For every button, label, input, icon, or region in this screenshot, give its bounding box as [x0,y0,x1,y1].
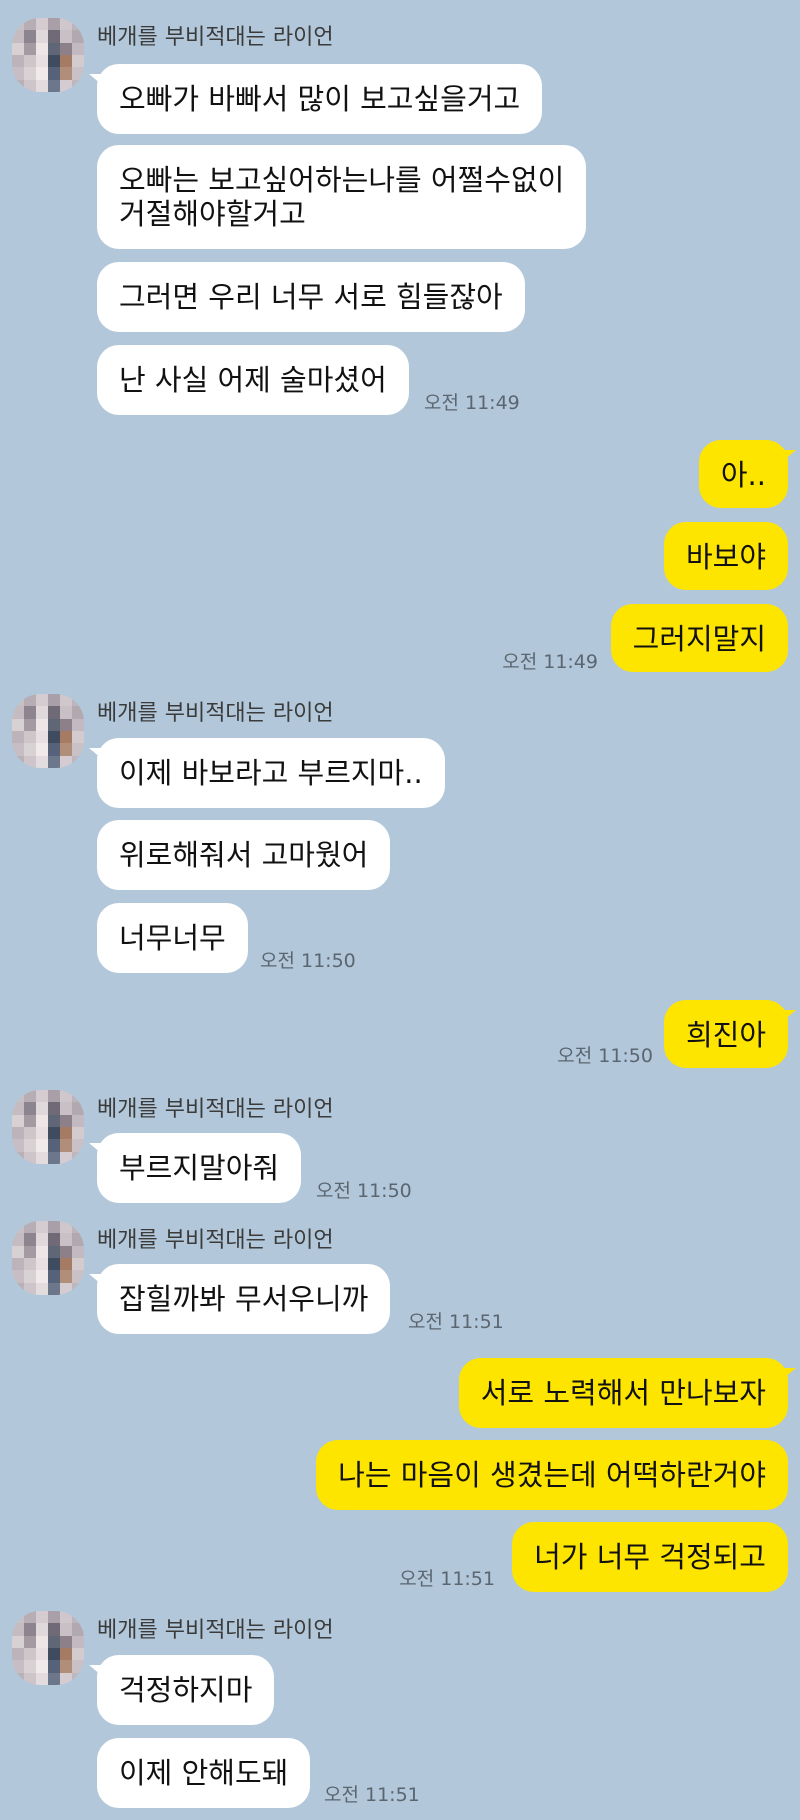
message-bubble[interactable]: 너무너무 [97,903,248,973]
message-bubble[interactable]: 난 사실 어제 술마셨어 [97,345,409,415]
sender-name: 베개를 부비적대는 라이언 [97,701,334,726]
message-bubble[interactable]: 잡힐까봐 무서우니까 [88,1264,391,1334]
avatar[interactable] [12,18,84,92]
message-line: 거절해야할거고 [119,197,306,231]
message-bubble[interactable]: 그러지말지 [610,604,788,672]
message-bubble[interactable]: 너가 너무 걱정되고 [512,1522,788,1592]
message-line: 오빠는 보고싶어하는나를 어쩔수없이 [119,163,565,197]
message-bubble[interactable]: 바보야 [663,522,788,590]
message-bubble[interactable]: 희진아 [663,1000,797,1068]
avatar[interactable] [12,1221,84,1295]
timestamp: 오전 11:50 [260,950,356,972]
sender-name: 베개를 부비적대는 라이언 [97,1618,334,1643]
avatar[interactable] [12,1611,84,1685]
message-bubble[interactable]: 이제 안해도돼 [97,1738,311,1808]
avatar[interactable] [12,1090,84,1164]
message-bubble[interactable]: 아.. [698,440,797,508]
sender-name: 베개를 부비적대는 라이언 [97,25,334,50]
message-bubble[interactable]: 부르지말아줘 [88,1133,302,1203]
timestamp: 오전 11:49 [424,392,520,414]
message-bubble[interactable]: 그러면 우리 너무 서로 힘들잖아 [97,262,525,332]
timestamp: 오전 11:51 [399,1568,495,1590]
timestamp: 오전 11:51 [408,1311,504,1333]
timestamp: 오전 11:50 [316,1180,412,1202]
sender-name: 베개를 부비적대는 라이언 [97,1228,334,1253]
avatar[interactable] [12,694,84,768]
message-bubble[interactable]: 걱정하지마 [88,1655,275,1725]
message-bubble[interactable]: 오빠가 바빠서 많이 보고싶을거고 [88,64,543,134]
message-bubble[interactable]: 위로해줘서 고마웠어 [97,820,391,890]
message-bubble[interactable]: 오빠는 보고싶어하는나를 어쩔수없이 거절해야할거고 [97,145,587,249]
timestamp: 오전 11:50 [557,1045,653,1067]
message-bubble[interactable]: 이제 바보라고 부르지마.. [89,738,445,808]
timestamp: 오전 11:49 [502,651,598,673]
sender-name: 베개를 부비적대는 라이언 [97,1097,334,1122]
timestamp: 오전 11:51 [324,1784,420,1806]
message-bubble[interactable]: 서로 노력해서 만나보자 [458,1358,797,1428]
message-bubble[interactable]: 나는 마음이 생겼는데 어떡하란거야 [316,1440,788,1510]
